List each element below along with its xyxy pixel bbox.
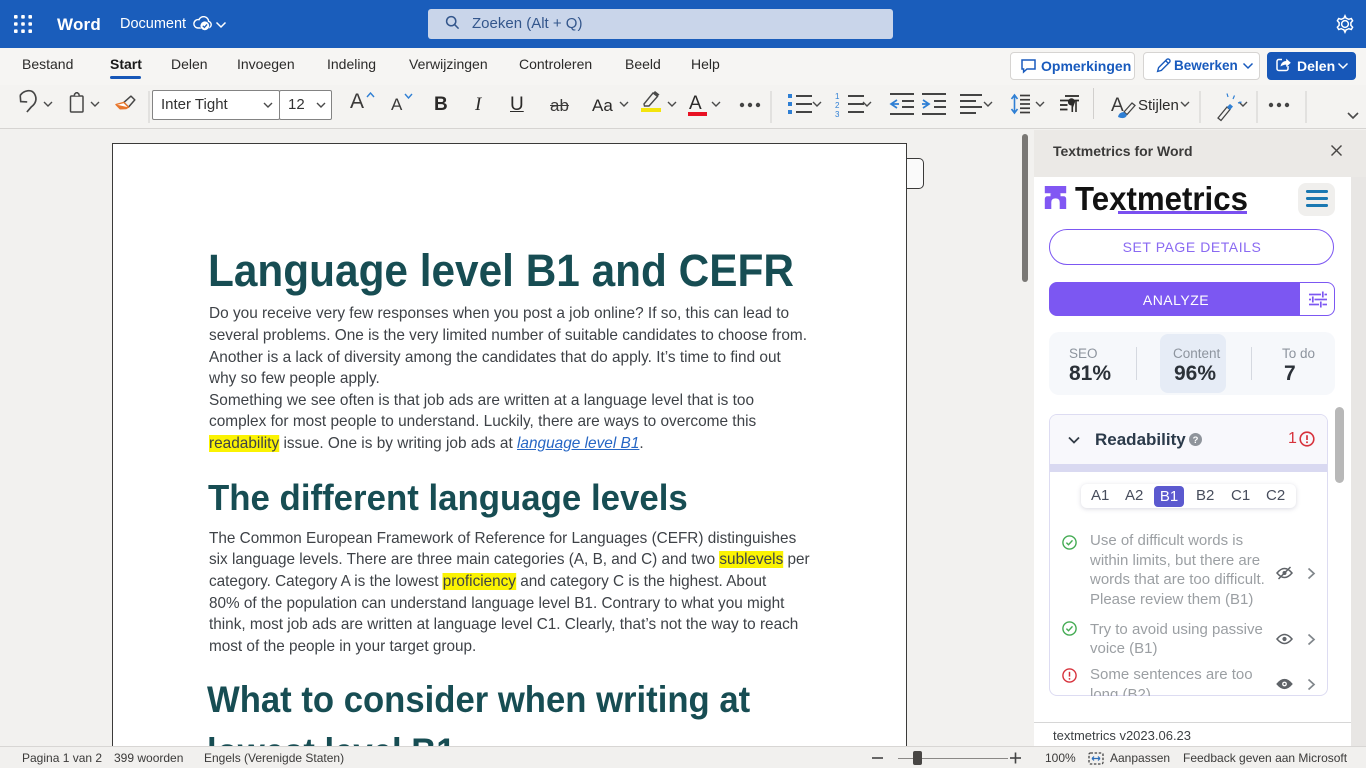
svg-text:1: 1 bbox=[835, 92, 840, 101]
svg-text:2: 2 bbox=[835, 101, 840, 110]
svg-text:3: 3 bbox=[835, 110, 840, 119]
svg-text:?: ? bbox=[1193, 435, 1199, 446]
